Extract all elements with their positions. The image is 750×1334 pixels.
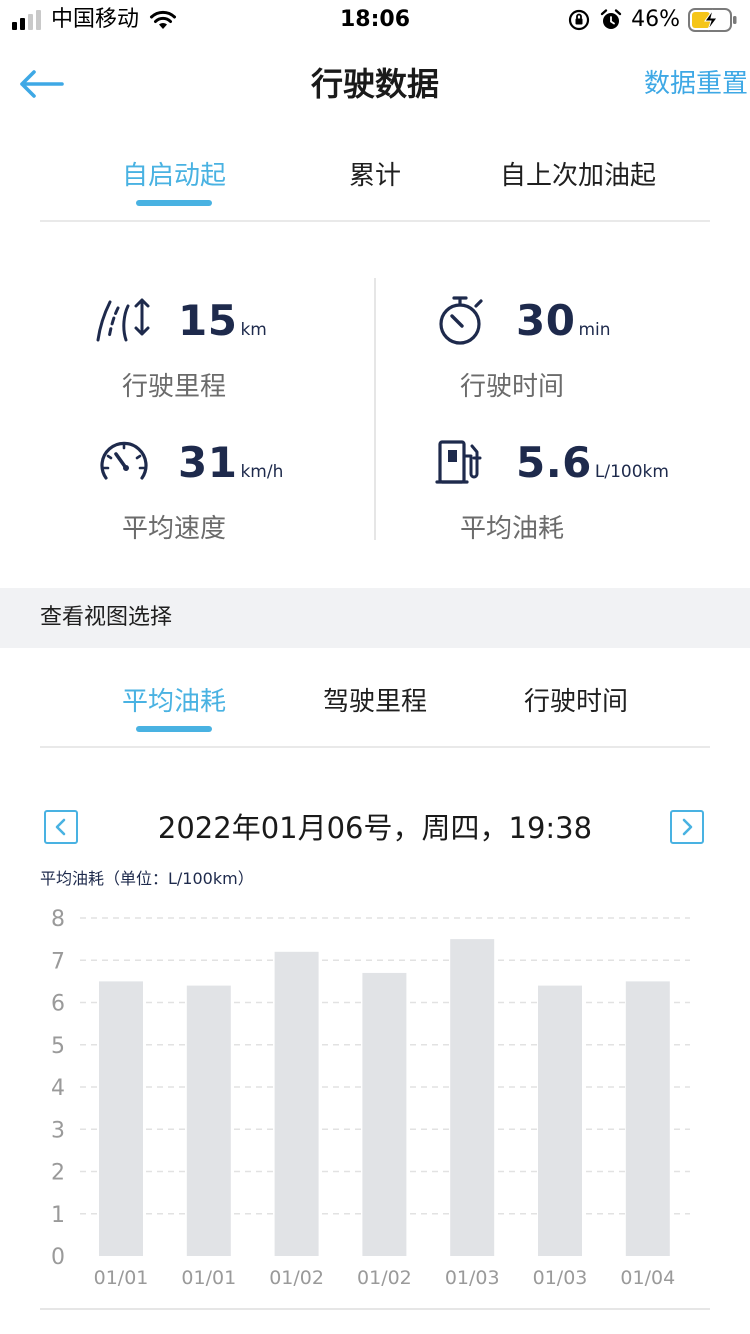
x-tick-label: 01/03 <box>445 1267 500 1289</box>
x-tick-label: 01/02 <box>357 1267 412 1289</box>
rotation-lock-icon <box>568 9 590 31</box>
stopwatch-icon <box>439 296 483 345</box>
y-tick-label: 5 <box>51 1034 65 1059</box>
bottom-divider <box>40 1308 710 1310</box>
chart-bar <box>625 981 670 1256</box>
current-date: 2022年01月06号，周四，19:38 <box>157 811 593 845</box>
distance-label: 行驶里程 <box>122 372 227 402</box>
y-tick-label: 4 <box>51 1076 65 1101</box>
stat-duration: 30 min 行驶时间 <box>434 282 734 402</box>
chart-bar <box>538 985 582 1256</box>
chevron-right-icon <box>682 818 693 836</box>
y-tick-label: 0 <box>51 1245 65 1270</box>
y-tick-label: 7 <box>51 949 65 974</box>
tab-driving-distance[interactable]: 驾驶里程 <box>306 652 444 746</box>
avg-fuel-unit: L/100km <box>594 462 669 482</box>
view-tabs: 平均油耗 驾驶里程 行驶时间 <box>40 652 710 748</box>
avg-fuel-value: 5.6 <box>516 438 592 487</box>
view-selection-section: 查看视图选择 <box>0 588 750 648</box>
chart-bar <box>186 985 231 1256</box>
status-bar: 中国移动 18:06 46% <box>0 0 750 40</box>
tab-since-refuel[interactable]: 自上次加油起 <box>480 126 676 220</box>
avg-speed-value: 31 <box>178 438 238 487</box>
chart-bar <box>274 951 319 1256</box>
tab-cumulative[interactable]: 累计 <box>316 126 434 220</box>
y-tick-label: 1 <box>51 1203 65 1228</box>
chart-bar <box>362 972 407 1256</box>
status-right: 46% <box>567 6 738 34</box>
x-tick-label: 01/03 <box>533 1267 588 1289</box>
x-tick-label: 01/04 <box>620 1267 675 1289</box>
distance-value-group: 15 km <box>178 296 267 345</box>
stat-avg-fuel: 5.6 L/100km 平均油耗 <box>434 424 734 544</box>
active-tab-indicator <box>136 200 212 206</box>
x-tick-label: 01/02 <box>269 1267 324 1289</box>
y-tick-label: 8 <box>51 907 65 932</box>
avg-fuel-value-group: 5.6 L/100km <box>516 438 669 487</box>
distance-unit: km <box>240 320 267 340</box>
chart-unit-label: 平均油耗（单位：L/100km） <box>40 869 254 888</box>
avg-fuel-bar-chart: 0 1 2 3 4 5 6 7 8 01/01 01/01 01/02 01/02 01/03 01/03 0… <box>51 907 690 1289</box>
trip-range-tabs: 自启动起 累计 自上次加油起 <box>40 126 710 222</box>
y-tick-label: 3 <box>51 1118 65 1143</box>
reset-data-button[interactable]: 数据重置 <box>644 64 750 104</box>
avg-speed-label: 平均速度 <box>122 514 227 544</box>
y-tick-label: 6 <box>51 992 65 1017</box>
active-view-indicator <box>136 726 212 732</box>
avg-fuel-label: 平均油耗 <box>460 514 565 544</box>
alarm-icon <box>600 9 622 29</box>
duration-value-group: 30 min <box>516 296 611 345</box>
avg-speed-value-group: 31 km/h <box>178 438 283 487</box>
chart-bar <box>450 939 495 1256</box>
view-selection-label: 查看视图选择 <box>40 605 173 630</box>
duration-label: 行驶时间 <box>460 372 565 402</box>
y-tick-label: 2 <box>51 1161 65 1186</box>
fuel-pump-icon <box>435 440 482 484</box>
duration-unit: min <box>578 320 611 340</box>
chart-bar <box>99 981 143 1256</box>
stat-avg-speed: 31 km/h 平均速度 <box>96 424 396 544</box>
duration-value: 30 <box>516 296 576 345</box>
date-navigator: 2022年01月06号，周四，19:38 <box>40 806 710 850</box>
nav-bar: 行驶数据 数据重置 <box>0 44 750 124</box>
next-date-button[interactable] <box>670 810 704 844</box>
x-tick-label: 01/01 <box>181 1267 236 1289</box>
road-distance-icon <box>96 298 150 342</box>
avg-speed-unit: km/h <box>240 462 284 482</box>
x-tick-label: 01/01 <box>94 1267 149 1289</box>
distance-value: 15 <box>178 296 238 345</box>
stat-distance: 15 km 行驶里程 <box>96 282 396 402</box>
tab-driving-time[interactable]: 行驶时间 <box>506 652 646 746</box>
page-title: 行驶数据 <box>310 65 439 103</box>
trip-stats: 15 km 行驶里程 30 min 行驶时间 31 km/h 平均速度 5.6 … <box>40 276 710 544</box>
battery-percent: 46% <box>631 7 680 32</box>
battery-charging-icon <box>688 8 737 32</box>
speedometer-icon <box>100 441 148 480</box>
